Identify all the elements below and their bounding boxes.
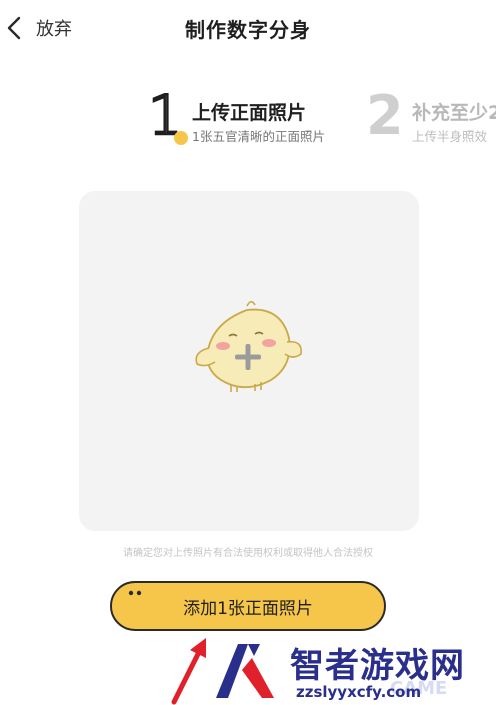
top-nav-bar: 放弃 制作数字分身: [0, 0, 496, 56]
add-photo-button[interactable]: 添加1张正面照片: [110, 581, 386, 631]
photo-upload-area[interactable]: [79, 191, 419, 531]
step-1-title: 上传正面照片: [192, 102, 307, 124]
step-1-subtitle: 1张五官清晰的正面照片: [192, 129, 325, 144]
watermark-domain: zzslyyxcfy.com: [296, 683, 422, 701]
watermark-logo-icon: [216, 644, 274, 698]
authorization-disclaimer: 请确定您对上传照片有合法使用权利或取得他人合法授权: [123, 548, 373, 559]
step-2-number: 2: [366, 92, 404, 147]
plus-icon: [235, 344, 261, 370]
step-2-title: 补充至少2: [412, 102, 496, 124]
button-eyes-icon: [128, 590, 142, 596]
red-annotation-arrow-icon: [171, 638, 206, 705]
step-2-subtitle: 上传半身照效: [412, 129, 488, 144]
step-indicator: 1 上传正面照片 1张五官清晰的正面照片 2 补充至少2 上传半身照效: [0, 92, 496, 156]
site-watermark: 智者游戏网 CAME zzslyyxcfy.com: [212, 634, 496, 705]
add-photo-button-label: 添加1张正面照片: [183, 598, 313, 619]
page-title: 制作数字分身: [185, 18, 311, 42]
step-active-dot: [174, 131, 188, 145]
